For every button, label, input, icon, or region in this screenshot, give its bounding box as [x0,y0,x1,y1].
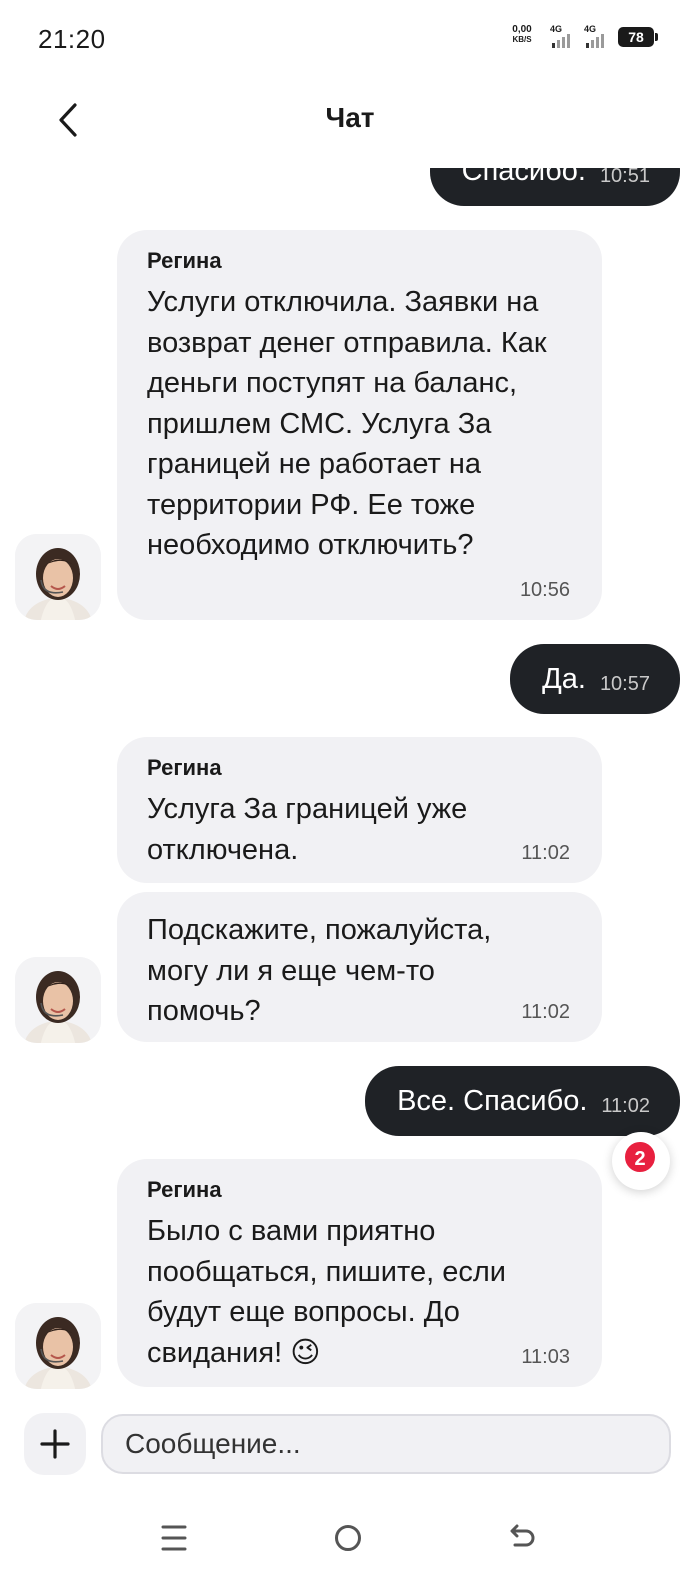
message-time: 10:51 [599,168,650,187]
page-title: Чат [325,102,375,133]
outgoing-message: Спасибо. 10:51 [429,168,680,206]
message-time: 10:56 [519,579,570,601]
sender-name: Регина [147,755,222,780]
outgoing-message: Все. Спасибо. 11:02 [365,1066,680,1136]
incoming-message: Регина Было с вами приятно пообщаться, п… [117,1159,602,1387]
avatar [15,957,101,1043]
menu-icon [161,1525,187,1551]
unread-badge: 2 [623,1140,657,1174]
avatar [15,534,101,620]
message-time: 11:02 [521,1001,570,1023]
signal-2-icon: 4G [580,24,608,48]
message-text: Да. [542,662,586,695]
message-text: Все. Спасибо. [397,1084,588,1117]
avatar [15,1303,101,1389]
incoming-message: Регина Услуга За границей уже отключена.… [117,737,602,883]
signal-1-label: 4G [550,24,563,34]
network-speed-unit: KB/S [512,35,532,44]
sender-name: Регина [147,1177,222,1202]
battery-icon: 78 [618,27,658,47]
message-time: 11:03 [521,1346,570,1368]
signal-1-icon: 4G [546,24,574,48]
status-bar: 21:20 0,00 KB/S 4G 4G 78 [0,0,700,76]
nav-back-button[interactable] [494,1510,550,1566]
system-nav-bar [0,1500,700,1579]
network-speed: 0,00 KB/S [508,25,536,45]
message-text: Услуга За границей уже отключена. [147,793,468,866]
signal-2-label: 4G [584,24,597,34]
sender-name: Регина [147,248,222,273]
message-input[interactable] [101,1414,671,1474]
outgoing-message: Да. 10:57 [510,644,680,714]
back-arrow-icon [510,1524,535,1547]
incoming-message: Подскажите, пожалуйста, могу ли я еще че… [117,892,602,1042]
message-text: Подскажите, пожалуйста, могу ли я еще че… [147,914,492,1027]
network-speed-value: 0,00 [512,24,532,35]
home-circle-icon [335,1525,361,1551]
message-list[interactable]: Спасибо. 10:51 Регина Услуги отключила. … [0,168,700,1400]
plus-icon [40,1429,70,1459]
message-time: 11:02 [601,1094,650,1117]
message-time: 11:02 [521,842,570,864]
status-time: 21:20 [38,24,106,54]
message-text: Услуги отключила. Заявки на возврат дене… [147,286,547,561]
nav-home-button[interactable] [320,1510,376,1566]
message-time: 10:57 [599,672,650,695]
message-text: Было с вами приятно пообщаться, пишите, … [147,1215,506,1369]
chat-header: Чат [0,76,700,166]
attach-button[interactable] [24,1413,86,1475]
incoming-message: Регина Услуги отключила. Заявки на возвр… [117,230,602,620]
message-text: Спасибо. [461,168,586,187]
nav-menu-button[interactable] [146,1510,202,1566]
